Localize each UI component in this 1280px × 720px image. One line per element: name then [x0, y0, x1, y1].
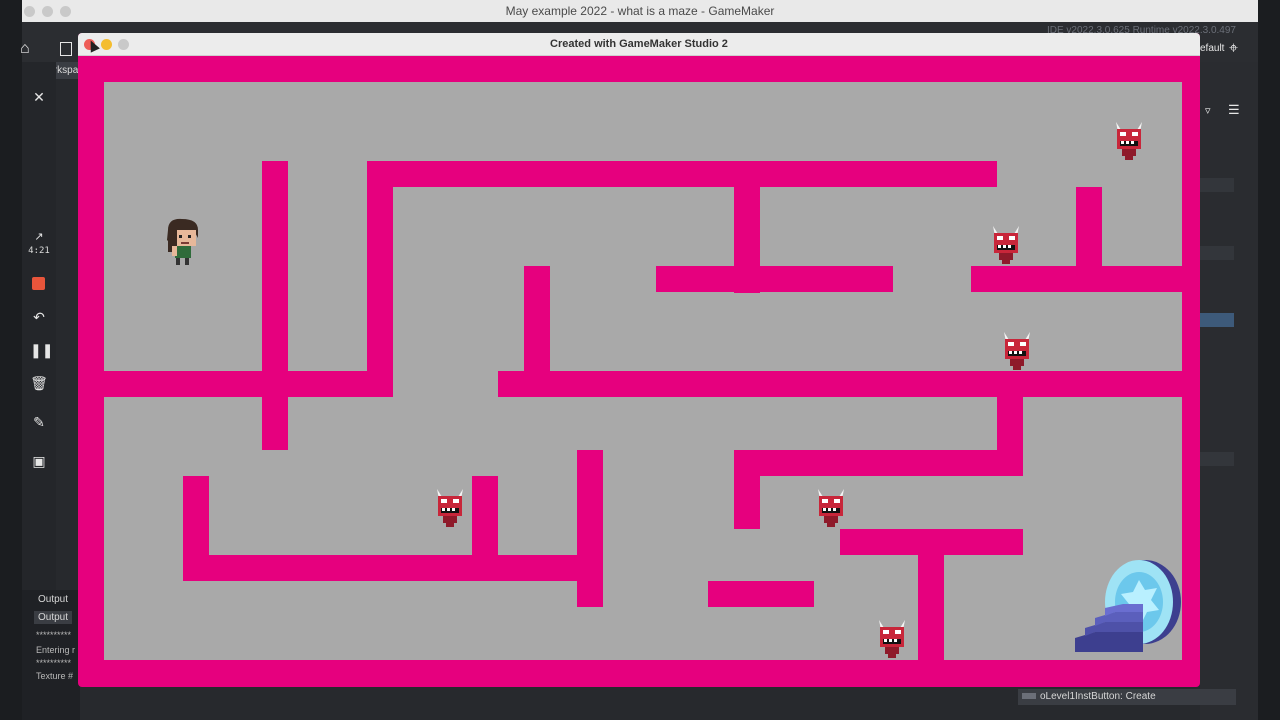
- camera-icon[interactable]: ▣: [30, 452, 48, 470]
- exit-portal: [1075, 560, 1181, 652]
- resource-row[interactable]: [1200, 452, 1234, 466]
- maze-wall: [577, 450, 603, 607]
- maze-wall: [183, 555, 603, 581]
- stop-icon[interactable]: [32, 277, 45, 290]
- trash-icon[interactable]: 🗑: [30, 374, 48, 392]
- expand-icon[interactable]: ↗: [30, 228, 48, 246]
- event-item-label: oLevel1InstButton: Create: [1040, 691, 1156, 702]
- maze-wall: [472, 476, 498, 581]
- enemy-demon: [437, 489, 463, 527]
- enemy-demon: [879, 620, 905, 658]
- output-line: Entering r: [36, 645, 76, 655]
- menu-icon[interactable]: ☰: [1228, 102, 1240, 118]
- event-item[interactable]: oLevel1InstButton: Create: [1018, 689, 1236, 705]
- debug-timer: 4:21: [28, 246, 50, 256]
- restart-icon[interactable]: ↶: [30, 308, 48, 326]
- right-panel: [1200, 62, 1258, 720]
- output-line: **********: [36, 630, 72, 640]
- maze-wall: [104, 371, 393, 397]
- enemy-demon: [993, 226, 1019, 264]
- output-panel: [22, 590, 80, 720]
- target-icon[interactable]: ⌖: [1229, 40, 1238, 58]
- filter-icon[interactable]: ▿: [1205, 104, 1211, 117]
- resource-row[interactable]: [1200, 246, 1234, 260]
- output-line: **********: [36, 658, 72, 668]
- close-icon[interactable]: ✕: [30, 88, 48, 106]
- pencil-icon[interactable]: ✎: [30, 413, 48, 431]
- game-titlebar: Created with GameMaker Studio 2: [78, 33, 1200, 56]
- game-window: Created with GameMaker Studio 2: [78, 33, 1200, 687]
- maze-wall: [367, 161, 997, 187]
- maze-wall: [262, 161, 288, 450]
- output-line: Texture #: [36, 671, 74, 681]
- ide-window-title: May example 2022 - what is a maze - Game…: [505, 4, 775, 18]
- maze-wall: [734, 450, 760, 529]
- output-tab[interactable]: Output: [34, 593, 72, 606]
- maze-wall: [918, 529, 944, 660]
- resource-row-selected[interactable]: [1200, 313, 1234, 327]
- ide-titlebar: May example 2022 - what is a maze - Game…: [22, 0, 1258, 23]
- game-window-title: Created with GameMaker Studio 2: [550, 38, 728, 50]
- enemy-demon: [818, 489, 844, 527]
- maze-wall: [656, 266, 893, 292]
- maze-wall: [367, 161, 393, 397]
- maze-wall: [1076, 187, 1102, 292]
- resource-row[interactable]: [1200, 178, 1234, 192]
- runner-toolbar: [22, 62, 56, 592]
- output-subtab[interactable]: Output: [34, 611, 73, 624]
- pause-icon[interactable]: ❚❚: [30, 341, 53, 359]
- enemy-demon: [1004, 332, 1030, 370]
- home-icon[interactable]: ⌂: [20, 40, 30, 58]
- file-icon[interactable]: [60, 42, 72, 56]
- maze-wall: [708, 581, 814, 607]
- maze-wall: [734, 450, 1023, 476]
- enemy-demon: [1116, 122, 1142, 160]
- maze-wall: [498, 371, 1182, 397]
- config-label[interactable]: efault: [1200, 43, 1224, 54]
- player-character: [167, 218, 198, 265]
